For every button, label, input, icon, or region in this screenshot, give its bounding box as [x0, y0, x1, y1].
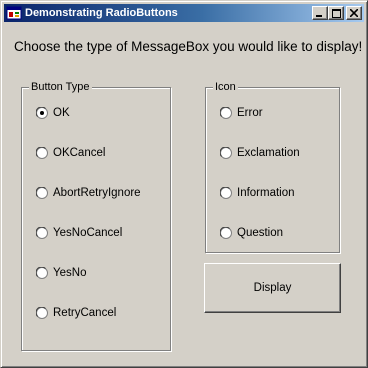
- maximize-button[interactable]: [328, 6, 344, 20]
- radio-unchecked-icon: [36, 187, 48, 199]
- radio-information[interactable]: Information: [220, 187, 295, 199]
- radio-information-label: Information: [237, 187, 295, 199]
- radio-unchecked-icon: [36, 227, 48, 239]
- radio-unchecked-icon: [220, 107, 232, 119]
- minimize-button[interactable]: [312, 6, 328, 20]
- close-icon: [350, 9, 358, 17]
- minimize-icon: [316, 15, 322, 17]
- radio-error-label: Error: [237, 107, 263, 119]
- button-type-group-label: Button Type: [29, 80, 92, 94]
- radio-abortretryignore-label: AbortRetryIgnore: [53, 187, 141, 199]
- display-button[interactable]: Display: [204, 263, 341, 313]
- radio-unchecked-icon: [36, 147, 48, 159]
- radio-error[interactable]: Error: [220, 107, 263, 119]
- title-buttons: [312, 6, 362, 20]
- close-button[interactable]: [346, 6, 362, 20]
- radio-yesnocancel[interactable]: YesNoCancel: [36, 227, 122, 239]
- app-icon: [6, 6, 22, 20]
- radio-yesno-label: YesNo: [53, 267, 87, 279]
- radio-ok[interactable]: OK: [36, 107, 70, 119]
- radio-ok-label: OK: [53, 107, 70, 119]
- radio-question-label: Question: [237, 227, 284, 239]
- radio-unchecked-icon: [36, 267, 48, 279]
- radio-exclamation[interactable]: Exclamation: [220, 147, 300, 159]
- radio-unchecked-icon: [220, 187, 232, 199]
- radio-okcancel-label: OKCancel: [53, 147, 106, 159]
- radio-retrycancel-label: RetryCancel: [53, 307, 117, 319]
- window-title: Demonstrating RadioButtons: [25, 7, 178, 19]
- radio-question[interactable]: Question: [220, 227, 283, 239]
- radio-yesnocancel-label: YesNoCancel: [53, 227, 123, 239]
- radio-checked-icon: [36, 107, 48, 119]
- radio-retrycancel[interactable]: RetryCancel: [36, 307, 116, 319]
- icon-group-label: Icon: [213, 80, 238, 94]
- main-window: Demonstrating RadioButtons Choose the ty…: [0, 0, 368, 368]
- radio-exclamation-label: Exclamation: [237, 147, 300, 159]
- instruction-label: Choose the type of MessageBox you would …: [14, 39, 363, 54]
- title-bar[interactable]: Demonstrating RadioButtons: [4, 4, 364, 22]
- radio-unchecked-icon: [220, 147, 232, 159]
- radio-abortretryignore[interactable]: AbortRetryIgnore: [36, 187, 141, 199]
- radio-unchecked-icon: [220, 227, 232, 239]
- radio-yesno[interactable]: YesNo: [36, 267, 86, 279]
- maximize-icon: [331, 8, 341, 18]
- radio-unchecked-icon: [36, 307, 48, 319]
- radio-okcancel[interactable]: OKCancel: [36, 147, 105, 159]
